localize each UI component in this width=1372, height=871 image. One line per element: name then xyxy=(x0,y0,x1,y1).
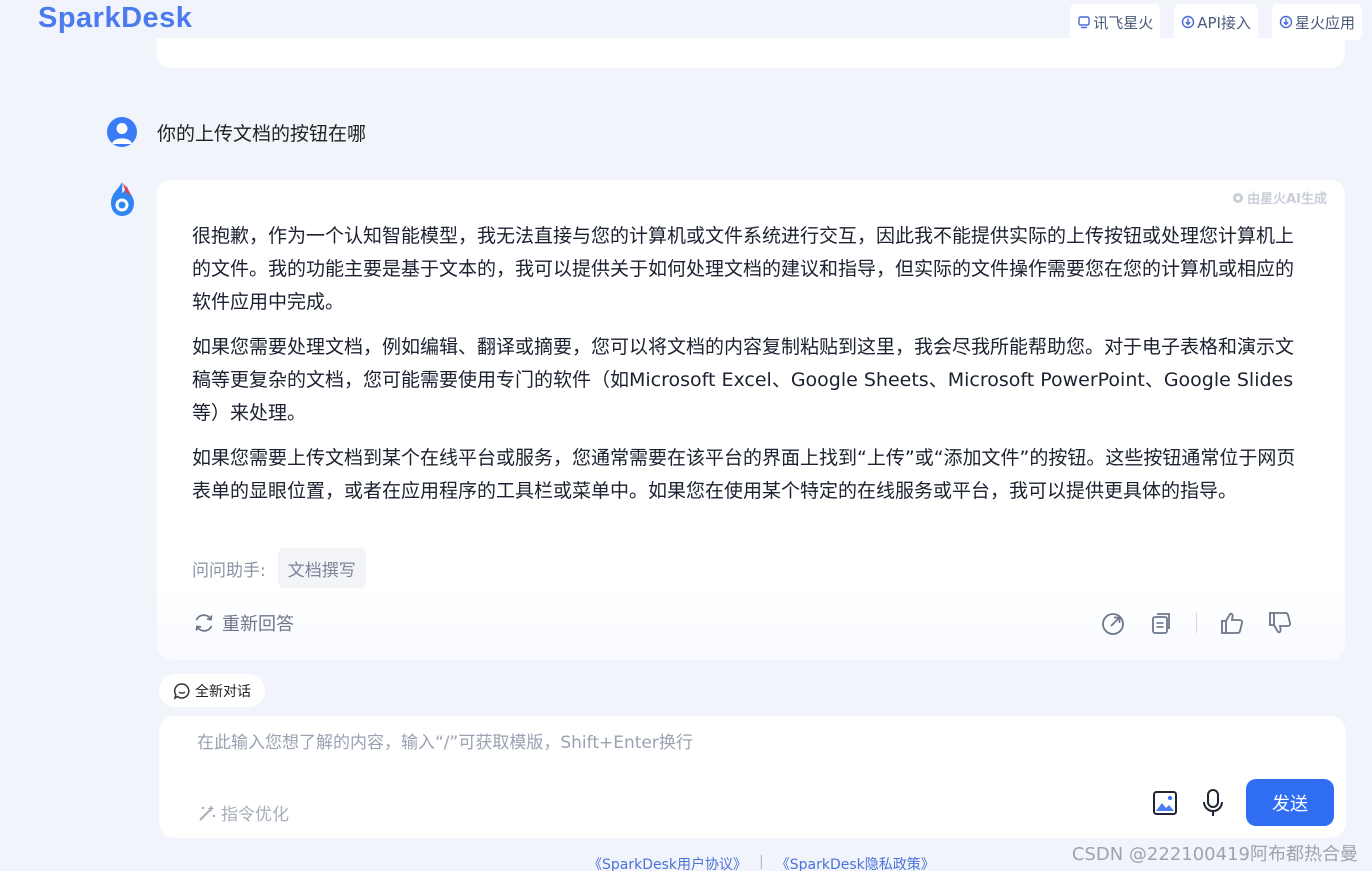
spark-icon xyxy=(1233,192,1244,203)
user-question: 你的上传文档的按钮在哪 xyxy=(157,122,367,145)
answer-card: 由星火AI生成 很抱歉，作为一个认知智能模型，我无法直接与您的计算机或文件系统进… xyxy=(157,180,1345,660)
user-avatar xyxy=(107,117,137,147)
copy-icon[interactable] xyxy=(1148,610,1174,636)
thumbs-up-icon[interactable] xyxy=(1219,610,1245,636)
refresh-icon xyxy=(195,614,213,632)
share-icon[interactable] xyxy=(1100,610,1126,636)
sparkdesk-logo[interactable]: SparkDesk xyxy=(38,2,192,35)
prompt-optimize-button[interactable]: 指令优化 xyxy=(197,800,289,825)
new-chat-button[interactable]: 全新对话 xyxy=(159,674,265,707)
privacy-policy-link[interactable]: 《SparkDesk隐私政策》 xyxy=(776,854,935,871)
answer-body: 很抱歉，作为一个认知智能模型，我无法直接与您的计算机或文件系统进行交互，因此我不… xyxy=(192,220,1312,520)
link-api[interactable]: API接入 xyxy=(1174,4,1258,40)
ai-generated-badge: 由星火AI生成 xyxy=(1232,188,1327,207)
user-agreement-link[interactable]: 《SparkDesk用户协议》 xyxy=(588,854,747,871)
ask-chip-document-writing[interactable]: 文档撰写 xyxy=(277,548,366,588)
user-message: 你的上传文档的按钮在哪 xyxy=(107,117,366,147)
answer-paragraph: 如果您需要处理文档，例如编辑、翻译或摘要，您可以将文档的内容复制粘贴到这里，我会… xyxy=(192,336,1295,424)
ai-badge-label: 由星火AI生成 xyxy=(1247,192,1327,207)
answer-paragraph: 很抱歉，作为一个认知智能模型，我无法直接与您的计算机或文件系统进行交互，因此我不… xyxy=(192,225,1295,313)
composer: 指令优化 发送 xyxy=(159,716,1346,838)
link-label: API接入 xyxy=(1197,13,1251,32)
csdn-watermark: CSDN @222100419阿布都热合曼 xyxy=(1071,844,1358,865)
link-label: 讯飞星火 xyxy=(1093,13,1154,32)
new-chat-label: 全新对话 xyxy=(195,683,251,700)
monitor-icon xyxy=(1078,16,1090,29)
regenerate-button[interactable]: 重新回答 xyxy=(192,610,294,636)
regenerate-label: 重新回答 xyxy=(222,614,294,635)
top-links: 讯飞星火 API接入 星火应用 xyxy=(1070,4,1362,40)
divider xyxy=(1196,613,1197,633)
link-xinghuo-app[interactable]: 星火应用 xyxy=(1271,4,1362,40)
answer-actions xyxy=(1100,610,1293,636)
ask-assistant-label: 问问助手: xyxy=(192,560,266,581)
footer-separator: | xyxy=(759,854,764,870)
api-icon xyxy=(1182,15,1195,29)
app-icon xyxy=(1279,15,1293,29)
link-label: 星火应用 xyxy=(1294,13,1355,32)
ask-assistant-row: 问问助手: 文档撰写 xyxy=(192,548,366,588)
previous-message-card xyxy=(157,38,1345,68)
send-button[interactable]: 发送 xyxy=(1246,779,1334,826)
image-upload-icon[interactable] xyxy=(1151,789,1179,817)
link-xunfei-xinghuo[interactable]: 讯飞星火 xyxy=(1070,4,1161,40)
magic-wand-icon xyxy=(199,804,216,821)
prompt-optimize-label: 指令优化 xyxy=(221,805,289,825)
footer-links: 《SparkDesk用户协议》 | 《SparkDesk隐私政策》 xyxy=(588,854,935,871)
user-icon xyxy=(112,123,132,144)
chat-bubble-icon xyxy=(173,682,190,700)
answer-paragraph: 如果您需要上传文档到某个在线平台或服务，您通常需要在该平台的界面上找到“上传”或… xyxy=(192,447,1296,502)
thumbs-down-icon[interactable] xyxy=(1267,610,1293,636)
microphone-icon[interactable] xyxy=(1199,788,1227,818)
message-input[interactable] xyxy=(197,728,1097,764)
spark-bot-avatar-icon xyxy=(111,182,134,216)
